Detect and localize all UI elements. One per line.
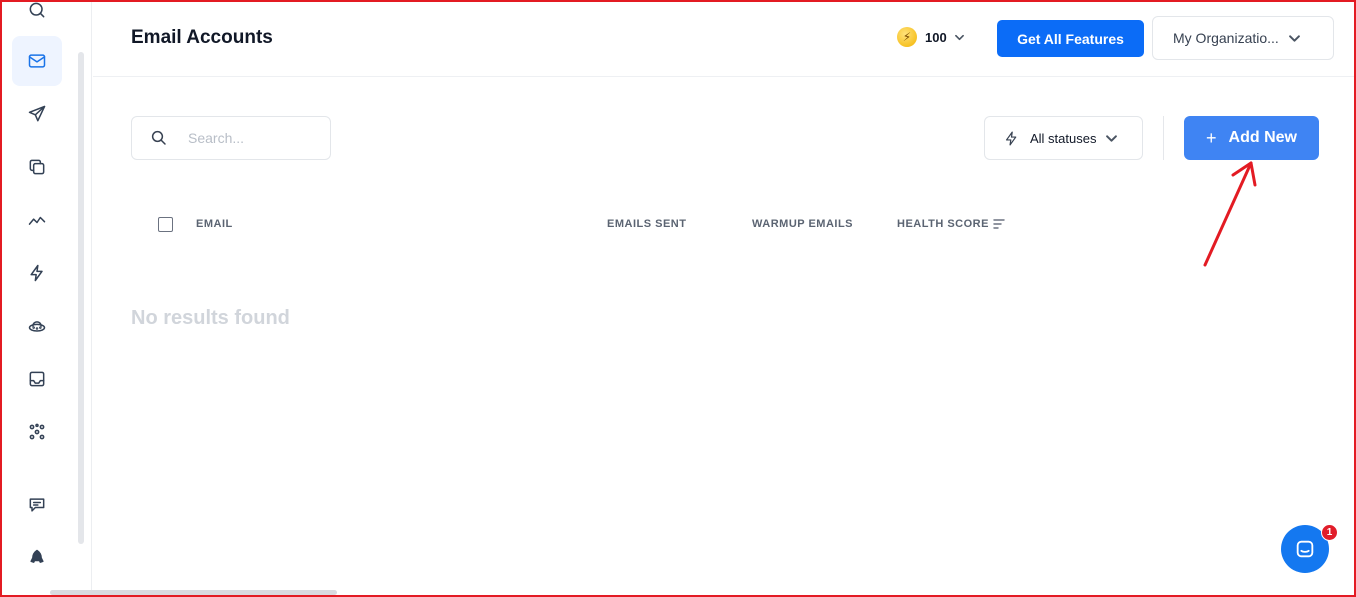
inbox-icon bbox=[29, 371, 45, 387]
status-filter-label: All statuses bbox=[1030, 130, 1097, 146]
integrations-icon bbox=[29, 423, 45, 440]
organization-name: My Organizatio... bbox=[1173, 30, 1279, 46]
sidebar bbox=[0, 0, 92, 597]
plus-icon: + bbox=[1206, 127, 1217, 148]
credits-value: 100 bbox=[925, 29, 947, 45]
sidebar-item-search[interactable] bbox=[12, 0, 62, 35]
coin-icon: ⚡ bbox=[897, 27, 917, 47]
column-header-warmup-emails[interactable]: WARMUP EMAILS bbox=[752, 218, 853, 230]
screenshot-border bbox=[0, 0, 1356, 597]
analytics-icon bbox=[28, 216, 46, 225]
sidebar-item-getting-started[interactable] bbox=[12, 533, 62, 583]
column-header-emails-sent[interactable]: EMAILS SENT bbox=[607, 218, 686, 230]
add-new-label: Add New bbox=[1228, 129, 1297, 146]
feedback-icon bbox=[29, 498, 45, 512]
empty-state-message: No results found bbox=[131, 307, 290, 329]
chevron-down-icon bbox=[1106, 134, 1118, 142]
sidebar-item-inbox[interactable] bbox=[12, 354, 62, 404]
copy-icon bbox=[29, 159, 45, 175]
rocket-icon bbox=[30, 549, 44, 563]
top-header: Email Accounts ⚡ 100 Get All Features My… bbox=[93, 0, 1354, 77]
add-new-button[interactable]: + Add New bbox=[1184, 116, 1319, 160]
bolt-icon bbox=[1005, 131, 1017, 145]
sidebar-scrollbar[interactable] bbox=[78, 52, 84, 544]
sidebar-item-explore[interactable] bbox=[12, 301, 62, 351]
annotation-arrow-icon bbox=[1203, 161, 1257, 267]
sidebar-item-templates[interactable] bbox=[12, 142, 62, 192]
search-box[interactable] bbox=[131, 116, 331, 160]
sidebar-item-analytics[interactable] bbox=[12, 195, 62, 245]
send-icon bbox=[28, 105, 46, 122]
get-all-features-button[interactable]: Get All Features bbox=[997, 20, 1144, 57]
sidebar-item-integrations[interactable] bbox=[12, 407, 62, 457]
column-header-health-score[interactable]: HEALTH SCORE bbox=[897, 218, 989, 230]
search-icon bbox=[29, 2, 45, 18]
chevron-down-icon bbox=[1288, 34, 1300, 42]
toolbar-divider bbox=[1163, 116, 1164, 160]
ufo-icon bbox=[28, 321, 46, 332]
bolt-icon bbox=[30, 264, 43, 282]
sidebar-item-campaigns[interactable] bbox=[12, 89, 62, 139]
organization-select[interactable]: My Organizatio... bbox=[1152, 16, 1334, 60]
mail-icon bbox=[28, 54, 46, 68]
search-input[interactable] bbox=[188, 130, 318, 146]
sidebar-item-automations[interactable] bbox=[12, 248, 62, 298]
table-header: EMAIL EMAILS SENT WARMUP EMAILS HEALTH S… bbox=[131, 200, 1319, 248]
sidebar-item-feedback[interactable] bbox=[12, 480, 62, 530]
sort-icon[interactable] bbox=[993, 218, 1005, 230]
chat-icon bbox=[1296, 540, 1314, 558]
credits-dropdown[interactable]: ⚡ 100 bbox=[897, 27, 964, 47]
sidebar-item-email-accounts[interactable] bbox=[12, 36, 62, 86]
status-filter-dropdown[interactable]: All statuses bbox=[984, 116, 1143, 160]
horizontal-scrollbar[interactable] bbox=[50, 590, 337, 595]
page-title: Email Accounts bbox=[131, 27, 273, 48]
search-icon bbox=[151, 130, 166, 145]
select-all-checkbox[interactable] bbox=[158, 217, 173, 232]
chat-notification-badge: 1 bbox=[1321, 524, 1338, 541]
chevron-down-icon bbox=[954, 34, 964, 40]
column-header-email[interactable]: EMAIL bbox=[196, 218, 233, 230]
